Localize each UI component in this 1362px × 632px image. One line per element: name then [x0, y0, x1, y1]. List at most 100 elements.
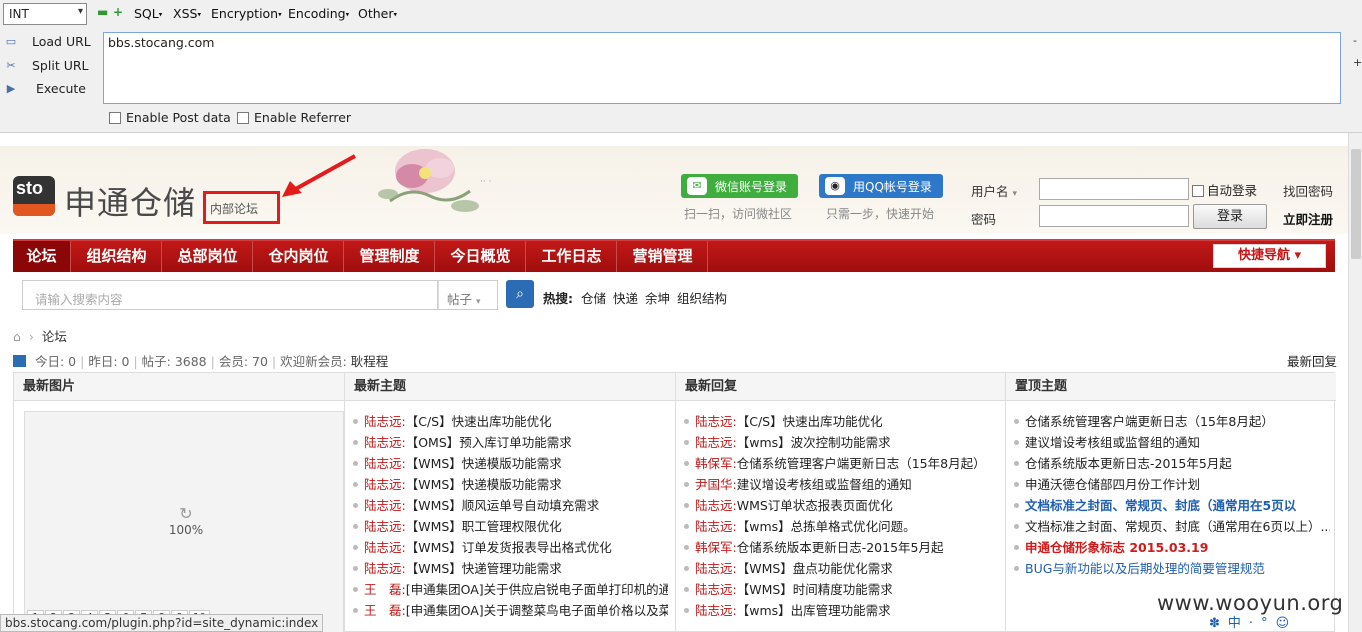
nav-marketing[interactable]: 营销管理	[618, 241, 708, 272]
loading-indicator: ↻ 100%	[165, 504, 207, 537]
list-item[interactable]: 陆志远:【wms】波次控制功能需求	[684, 432, 999, 453]
list-item[interactable]: 陆志远:WMS订单状态报表页面优化	[684, 495, 999, 516]
hot-link[interactable]: 仓储	[581, 288, 606, 307]
list-item[interactable]: 陆志远:【WMS】顺风运单号自动填充需求	[353, 495, 668, 516]
load-url-button[interactable]: ▭ Load URL	[0, 32, 95, 54]
minus-icon[interactable]: ▬	[97, 5, 108, 19]
username-type-select[interactable]: 用户名 ▾	[971, 181, 1017, 200]
url-textarea[interactable]: bbs.stocang.com	[103, 32, 1341, 104]
menu-xss[interactable]: XSS▾	[173, 6, 201, 21]
list-item[interactable]: 陆志远:【WMS】时间精度功能需求	[684, 579, 999, 600]
list-item[interactable]: 陆志远:【C/S】快速出库功能优化	[684, 411, 999, 432]
nav-work-log[interactable]: 工作日志	[527, 241, 617, 272]
nav-hq-posts[interactable]: 总部岗位	[163, 241, 253, 272]
qq-hint: 只需一步，快速开始	[826, 207, 935, 221]
menu-other[interactable]: Other▾	[358, 6, 397, 21]
list-item[interactable]: 陆志远:【WMS】快递模版功能需求	[353, 453, 668, 474]
list-item[interactable]: 仓储系统管理客户端更新日志（15年8月起）	[1014, 411, 1330, 432]
list-item[interactable]: 王 磊:[申通集团OA]关于供应启锐电子面单打印机的通	[353, 579, 668, 600]
col-head-replies: 最新回复	[676, 373, 1005, 401]
auto-login-checkbox[interactable]: 自动登录	[1192, 180, 1257, 199]
hot-link[interactable]: 快递	[613, 288, 638, 307]
list-item[interactable]: 韩保军:仓储系统版本更新日志-2015年5月起	[684, 537, 999, 558]
site-title: 申通仓储	[64, 184, 197, 222]
plus-icon[interactable]: +	[113, 5, 123, 19]
list-item[interactable]: 韩保军:仓储系统管理客户端更新日志（15年8月起）	[684, 453, 999, 474]
enable-referrer-checkbox[interactable]: Enable Referrer	[237, 110, 351, 125]
search-bar: 请输入搜索内容 帖子 ▾ ⌕ 热搜: 仓储 快递 余坤 组织结构	[0, 272, 1348, 318]
search-input[interactable]: 请输入搜索内容	[22, 280, 438, 310]
nav-org-structure[interactable]: 组织结构	[72, 241, 162, 272]
ime-emoji[interactable]: ☺	[1276, 616, 1290, 631]
breadcrumb-forum[interactable]: 论坛	[42, 329, 67, 344]
qq-login-button[interactable]: ◉ 用QQ帐号登录	[819, 174, 943, 198]
page-scrollbar[interactable]	[1348, 133, 1362, 632]
list-item[interactable]: 陆志远:【WMS】盘点功能优化需求	[684, 558, 999, 579]
site-logo[interactable]: sto	[13, 176, 55, 216]
ime-degree[interactable]: °	[1261, 616, 1268, 631]
list-item[interactable]: 陆志远:【OMS】预入库订单功能需求	[353, 432, 668, 453]
list-item[interactable]: 陆志远:【WMS】职工管理权限优化	[353, 516, 668, 537]
username-input[interactable]	[1039, 178, 1189, 200]
replies-list: 陆志远:【C/S】快速出库功能优化 陆志远:【wms】波次控制功能需求 韩保军:…	[684, 411, 999, 621]
nav-today-overview[interactable]: 今日概览	[436, 241, 526, 272]
chart-icon	[13, 355, 26, 367]
shrink-button[interactable]: -	[1353, 34, 1357, 47]
list-item[interactable]: 陆志远:【WMS】快递管理功能需求	[353, 558, 668, 579]
ime-lang[interactable]: 中	[1228, 616, 1241, 631]
list-item[interactable]: 陆志远:【wms】总拣单格式优化问题。	[684, 516, 999, 537]
list-item[interactable]: 文档标准之封面、常规页、封底（通常用在6页以上）...	[1014, 516, 1330, 537]
topics-list: 陆志远:【C/S】快速出库功能优化 陆志远:【OMS】预入库订单功能需求 陆志远…	[353, 411, 668, 621]
login-button[interactable]: 登录	[1193, 204, 1267, 229]
register-link[interactable]: 立即注册	[1283, 209, 1333, 228]
expand-button[interactable]: +	[1353, 56, 1362, 69]
list-item[interactable]: BUG与新功能以及后期处理的简要管理规范	[1014, 558, 1330, 579]
forum-page: ·· · sto 申通仓储 内部论坛 ✉ 微信账号登录 扫一扫，访问微社区 ◉ …	[0, 146, 1348, 632]
menu-encryption[interactable]: Encryption▾	[211, 6, 282, 21]
find-password-link[interactable]: 找回密码	[1283, 181, 1333, 200]
site-header: ·· · sto 申通仓储 内部论坛 ✉ 微信账号登录 扫一扫，访问微社区 ◉ …	[0, 146, 1348, 234]
quick-nav-button[interactable]: 快捷导航 ▾	[1213, 244, 1326, 268]
wechat-login-button[interactable]: ✉ 微信账号登录	[681, 174, 798, 198]
password-input[interactable]	[1039, 205, 1189, 227]
latest-image-slider[interactable]: ↻ 100% 12345678910	[24, 411, 344, 632]
list-item[interactable]: 申通沃德仓储部四月份工作计划	[1014, 474, 1330, 495]
load-icon: ▭	[5, 35, 17, 48]
list-item[interactable]: 陆志远:【WMS】快递模版功能需求	[353, 474, 668, 495]
split-url-button[interactable]: ✂ Split URL	[0, 56, 95, 78]
nav-management-rules[interactable]: 管理制度	[345, 241, 435, 272]
list-item[interactable]: 建议增设考核组或监督组的通知	[1014, 432, 1330, 453]
chevron-down-icon: ▾	[77, 6, 83, 17]
list-item[interactable]: 陆志远:【WMS】订单发货报表导出格式优化	[353, 537, 668, 558]
menu-encoding[interactable]: Encoding▾	[288, 6, 349, 21]
nav-warehouse-posts[interactable]: 仓内岗位	[254, 241, 344, 272]
nav-forum[interactable]: 论坛	[13, 241, 71, 272]
forum-dashboard: 最新图片 最新主题 最新回复 置顶主题 ↻ 100% 12345678910 陆…	[13, 372, 1336, 632]
search-button[interactable]: ⌕	[506, 280, 534, 308]
hot-link[interactable]: 组织结构	[677, 288, 727, 307]
list-item[interactable]: 文档标准之封面、常规页、封底（通常用在5页以	[1014, 495, 1330, 516]
list-item[interactable]: 仓储系统版本更新日志-2015年5月起	[1014, 453, 1330, 474]
ime-punct[interactable]: ·	[1249, 616, 1253, 631]
select-value: INT	[9, 7, 29, 21]
hot-search-label: 热搜:	[543, 291, 573, 306]
sticky-list: 仓储系统管理客户端更新日志（15年8月起） 建议增设考核组或监督组的通知 仓储系…	[1014, 411, 1330, 579]
col-head-sticky: 置顶主题	[1006, 373, 1336, 401]
col-head-topics: 最新主题	[345, 373, 675, 401]
list-item[interactable]: 尹国华:建议增设考核组或监督组的通知	[684, 474, 999, 495]
list-item[interactable]: 申通仓储形象标志 2015.03.19	[1014, 537, 1330, 558]
hot-link[interactable]: 余坤	[645, 288, 670, 307]
ime-tray: ✽ 中 · ° ☺	[1209, 612, 1339, 632]
search-type-select[interactable]: 帖子 ▾	[438, 280, 498, 310]
home-icon[interactable]: ⌂	[13, 329, 21, 344]
latest-reply-link[interactable]: 最新回复	[1287, 351, 1337, 370]
encoding-type-select[interactable]: INT ▾	[3, 3, 87, 25]
menu-sql[interactable]: SQL▾	[134, 6, 162, 21]
enable-post-checkbox[interactable]: Enable Post data	[109, 110, 231, 125]
list-item[interactable]: 陆志远:【C/S】快速出库功能优化	[353, 411, 668, 432]
list-item[interactable]: 陆志远:【wms】出库管理功能需求	[684, 600, 999, 621]
paw-icon[interactable]: ✽	[1209, 616, 1220, 631]
execute-button[interactable]: ▶ Execute	[0, 79, 95, 101]
list-item[interactable]: 王 磊:[申通集团OA]关于调整菜鸟电子面单价格以及菜	[353, 600, 668, 621]
new-member-link[interactable]: 耿程程	[351, 354, 389, 369]
